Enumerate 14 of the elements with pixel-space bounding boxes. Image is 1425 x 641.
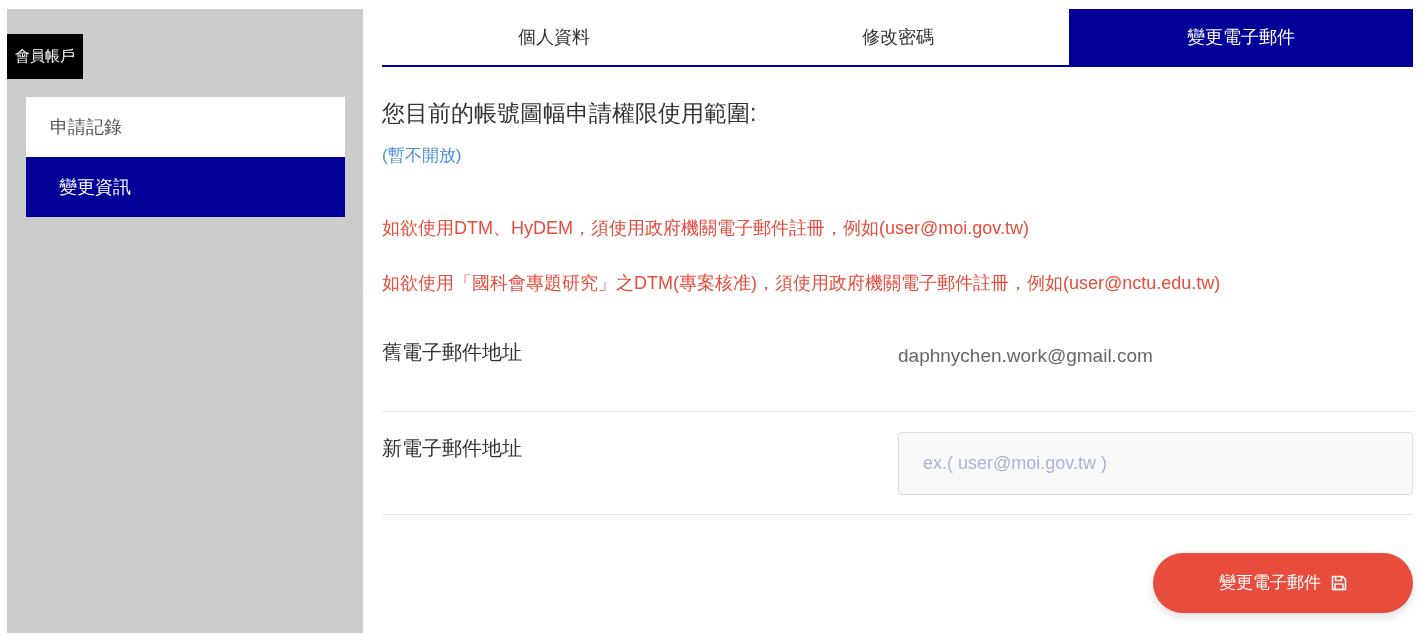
notice-text: 如欲使用DTM、HyDEM，須使用政府機關電子郵件註冊，例如(user@moi.gov.tw): [382, 217, 1030, 240]
field-label: 舊電子郵件地址: [382, 340, 523, 365]
email-value: daphnychen.work@gmail.com: [898, 344, 1153, 368]
email-input-field[interactable]: ex.( user@moi.gov.tw ): [898, 432, 1413, 495]
sidebar-title: 會員帳戶: [7, 34, 83, 79]
sidebar-item[interactable]: 申請記錄: [26, 97, 345, 157]
permission-status: (暫不開放): [382, 145, 463, 167]
notice-text: 如欲使用「國科會專題研究」之DTM(專案核准)，須使用政府機關電子郵件註冊，例如(user@nctu.edu.tw): [382, 272, 1222, 295]
permission-heading: 您目前的帳號圖幅申請權限使用範圍:: [382, 99, 758, 128]
tab[interactable]: 變更電子郵件: [1069, 9, 1413, 65]
sidebar-item[interactable]: 變更資訊: [26, 157, 345, 217]
save-icon: [1331, 575, 1347, 591]
change-email-button[interactable]: 變更電子郵件: [1153, 553, 1413, 613]
field-label: 新電子郵件地址: [382, 436, 523, 461]
